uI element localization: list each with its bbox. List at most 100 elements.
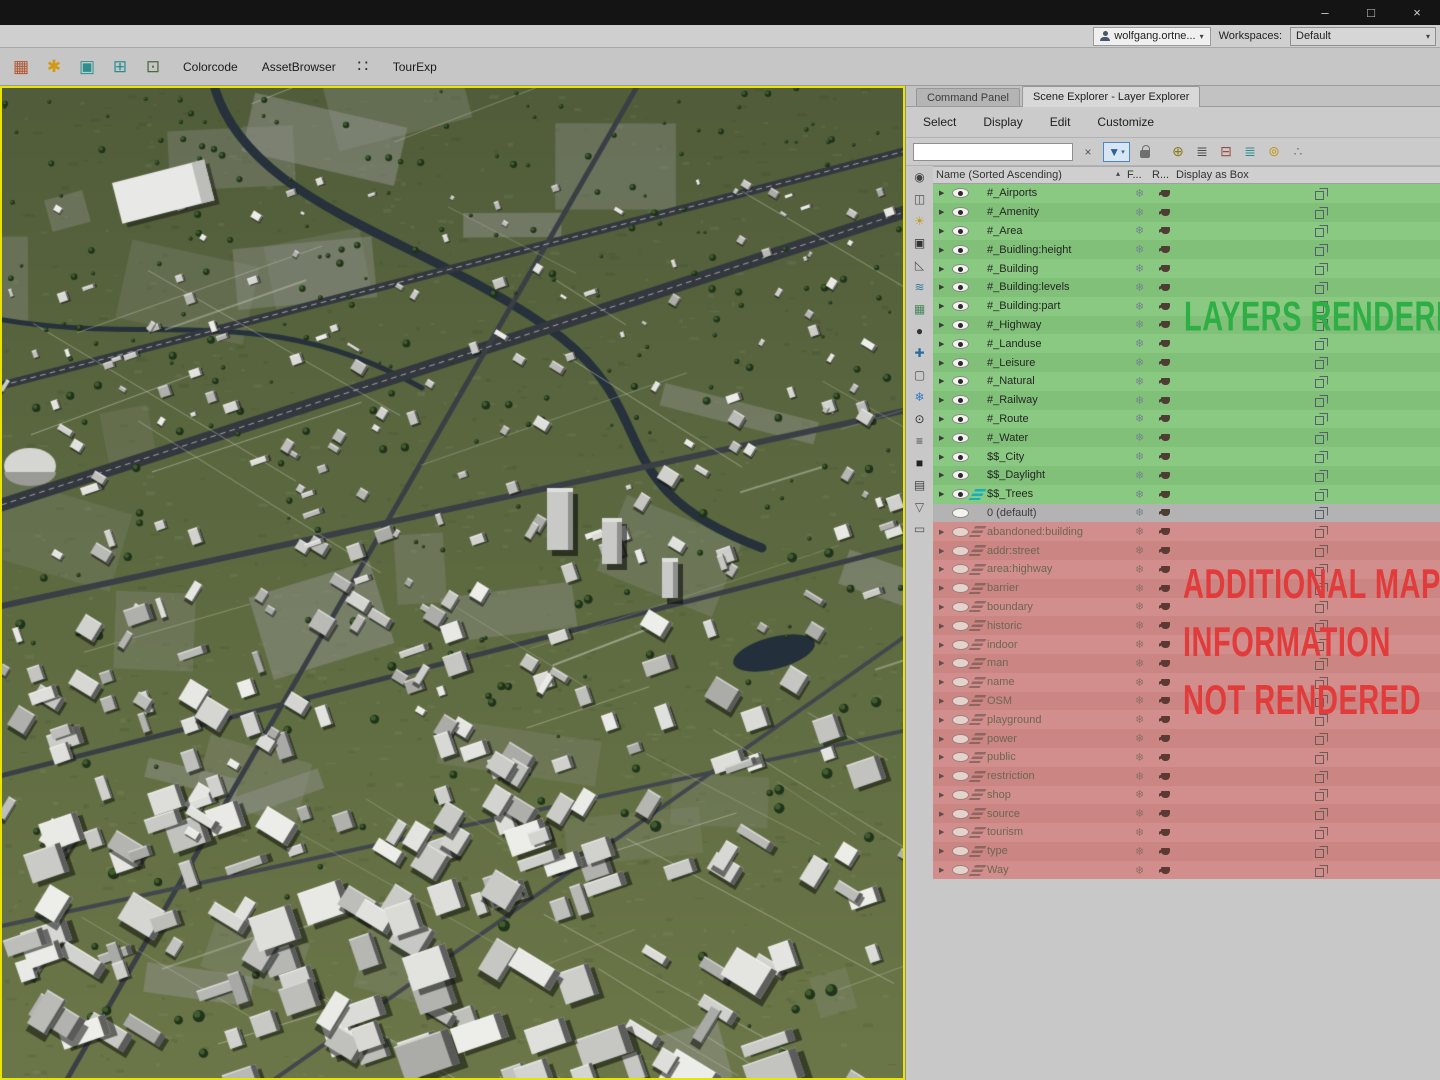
render-teapot-icon[interactable] [1159,846,1172,857]
layer-row[interactable]: ▶ #_Buidling:height ❄ [933,240,1440,260]
freeze-snowflake-icon[interactable]: ❄ [1135,206,1144,219]
freeze-snowflake-icon[interactable]: ❄ [1135,544,1144,557]
visibility-eye-icon[interactable] [952,225,969,236]
display-probes-icon[interactable]: ✚ [911,346,929,361]
expand-arrow-icon[interactable]: ▶ [939,265,949,273]
freeze-snowflake-icon[interactable]: ❄ [1135,356,1144,369]
display-as-box-icon[interactable] [1315,375,1328,388]
freeze-snowflake-icon[interactable]: ❄ [1135,243,1144,256]
render-teapot-icon[interactable] [1159,451,1172,462]
visibility-eye-icon[interactable] [952,695,969,706]
display-as-box-icon[interactable] [1315,526,1328,539]
display-hidden-icon[interactable]: ⊙ [911,412,929,427]
layer-row[interactable]: ▶ #_Building:part ❄ [933,296,1440,316]
visibility-eye-icon[interactable] [952,601,969,612]
maximize-button[interactable]: □ [1348,0,1394,25]
layer-name[interactable]: restriction [987,770,1035,782]
expand-arrow-icon[interactable]: ▶ [939,810,949,818]
expand-arrow-icon[interactable]: ▶ [939,415,949,423]
expand-arrow-icon[interactable]: ▶ [939,565,949,573]
render-teapot-icon[interactable] [1159,695,1172,706]
freeze-snowflake-icon[interactable]: ❄ [1135,337,1144,350]
display-as-box-icon[interactable] [1315,319,1328,332]
display-as-box-icon[interactable] [1315,338,1328,351]
layer-row[interactable]: ▶ addr:street ❄ [933,541,1440,560]
expand-arrow-icon[interactable]: ▶ [939,490,949,498]
render-teapot-icon[interactable] [1159,808,1172,819]
utilities-gear-icon[interactable]: ✱ [39,52,69,82]
visibility-eye-icon[interactable] [952,282,969,293]
display-as-box-icon[interactable] [1315,733,1328,745]
layer-row[interactable]: ▶ 0 (default) ❄ [933,503,1440,523]
layer-name[interactable]: #_Highway [987,319,1041,331]
visibility-eye-icon[interactable] [952,188,969,199]
layer-row[interactable]: ▶ type ❄ [933,841,1440,861]
expand-arrow-icon[interactable]: ▶ [939,396,949,404]
visibility-eye-icon[interactable] [952,489,969,500]
display-helpers-icon[interactable]: ◺ [911,258,929,273]
render-teapot-icon[interactable] [1159,733,1172,744]
export-box-icon[interactable]: ▣ [72,52,102,82]
delete-layer-icon[interactable]: ⊟ [1216,142,1236,162]
display-as-box-icon[interactable] [1315,469,1328,482]
render-teapot-icon[interactable] [1159,338,1172,349]
expand-arrow-icon[interactable]: ▶ [939,697,949,705]
layer-row[interactable]: ▶ $$_Daylight ❄ [933,465,1440,485]
column-render[interactable]: R... [1152,169,1169,181]
render-teapot-icon[interactable] [1159,601,1172,612]
visibility-eye-icon[interactable] [952,338,969,349]
layer-name[interactable]: power [987,733,1017,745]
freeze-snowflake-icon[interactable]: ❄ [1135,563,1144,576]
visibility-eye-icon[interactable] [952,526,969,537]
display-as-box-icon[interactable] [1315,394,1328,407]
layer-row[interactable]: ▶ #_Airports ❄ [933,184,1440,203]
tab-command-panel[interactable]: Command Panel [916,88,1020,106]
display-bones-icon[interactable]: ▦ [911,302,929,317]
expand-arrow-icon[interactable]: ▶ [939,340,949,348]
freeze-snowflake-icon[interactable]: ❄ [1135,300,1144,313]
menu-select[interactable]: Select [923,115,956,129]
display-as-box-icon[interactable] [1315,413,1328,426]
layer-name[interactable]: #_Railway [987,394,1038,406]
freeze-snowflake-icon[interactable]: ❄ [1135,469,1144,482]
layer-row[interactable]: ▶ $$_City ❄ [933,447,1440,466]
freeze-snowflake-icon[interactable]: ❄ [1135,732,1144,745]
freeze-snowflake-icon[interactable]: ❄ [1135,638,1144,651]
freeze-snowflake-icon[interactable]: ❄ [1135,224,1144,237]
render-teapot-icon[interactable] [1159,432,1172,443]
layer-row[interactable]: ▶ tourism ❄ [933,823,1440,842]
layer-name[interactable]: $$_Trees [987,488,1033,500]
expand-arrow-icon[interactable]: ▶ [939,866,949,874]
render-teapot-icon[interactable] [1159,752,1172,763]
layer-name[interactable]: OSM [987,695,1012,707]
collapse-all-icon[interactable]: ∴ [1288,142,1308,162]
layer-name[interactable]: boundary [987,601,1033,613]
expand-arrow-icon[interactable]: ▶ [939,453,949,461]
layer-name[interactable]: public [987,751,1016,763]
visibility-eye-icon[interactable] [952,865,969,876]
display-frozen-icon[interactable]: ❄ [911,390,929,405]
scene-table-icon[interactable]: ▦ [6,52,36,82]
display-as-box-icon[interactable] [1315,244,1328,257]
display-as-box-icon[interactable] [1315,488,1328,501]
visibility-eye-icon[interactable] [952,827,969,838]
visibility-eye-icon[interactable] [952,357,969,368]
close-button[interactable]: × [1394,0,1440,25]
display-containers-icon[interactable]: ▢ [911,368,929,383]
freeze-snowflake-icon[interactable]: ❄ [1135,187,1144,200]
layer-name[interactable]: #_Natural [987,375,1035,387]
lock-icon[interactable] [1135,142,1155,162]
layer-row[interactable]: ▶ #_Building:levels ❄ [933,277,1440,297]
render-teapot-icon[interactable] [1159,263,1172,274]
expand-arrow-icon[interactable]: ▶ [939,302,949,310]
render-teapot-icon[interactable] [1159,188,1172,199]
layer-row[interactable]: ▶ Way ❄ [933,860,1440,880]
display-as-box-icon[interactable] [1315,300,1328,313]
layer-name[interactable]: addr:street [987,545,1040,557]
clear-search-icon[interactable]: × [1078,142,1098,162]
display-as-box-icon[interactable] [1315,563,1328,576]
layer-row[interactable]: ▶ historic ❄ [933,616,1440,636]
visibility-eye-icon[interactable] [952,714,969,725]
visibility-eye-icon[interactable] [952,620,969,631]
layer-row[interactable]: ▶ shop ❄ [933,785,1440,805]
